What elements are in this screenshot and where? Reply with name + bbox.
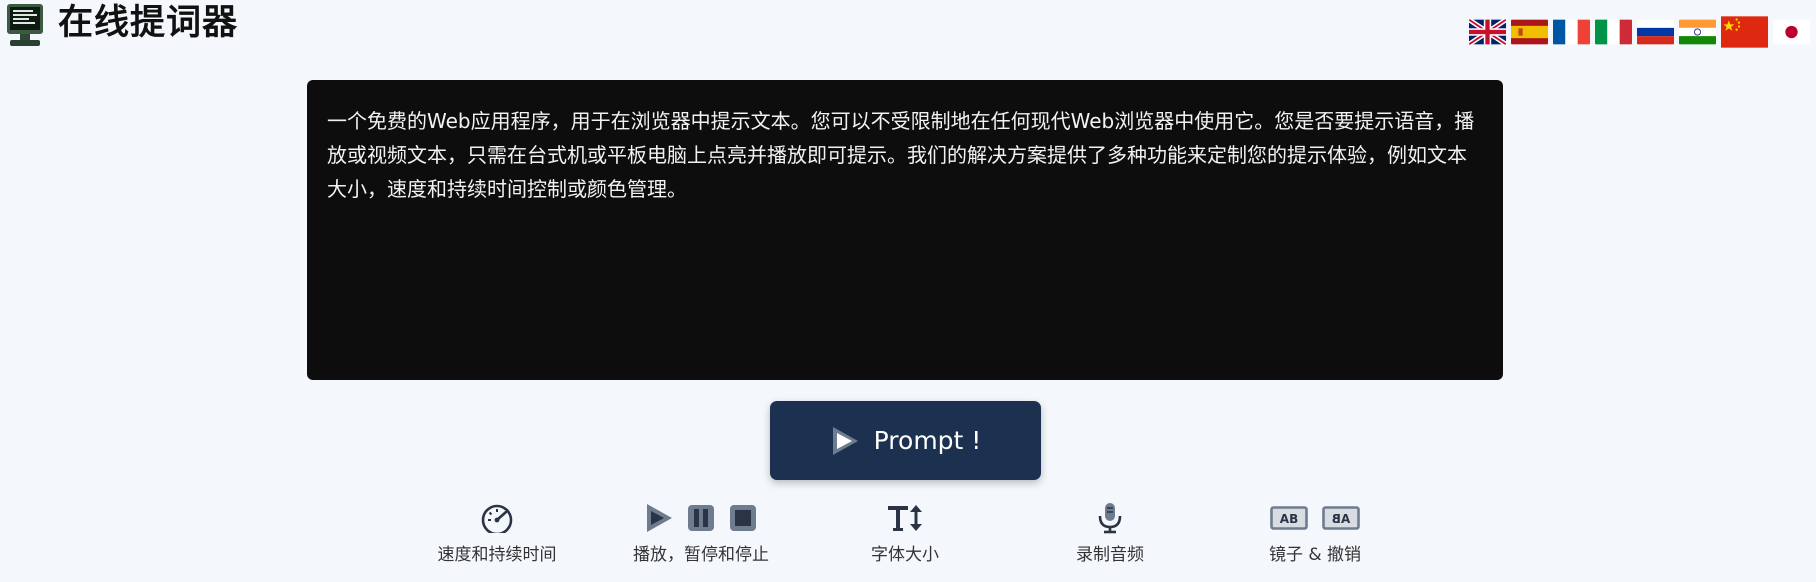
features-row: 速度和持续时间 播放，暂停和停止 字体大小 录制音频 AB AB 镜子 & 撤销: [0, 498, 1816, 568]
feature-record-audio[interactable]: 录制音频: [1015, 498, 1205, 565]
stop-icon[interactable]: [729, 503, 757, 533]
flag-spanish-icon[interactable]: [1511, 18, 1548, 46]
feature-label-mirror: 镜子 & 撤销: [1268, 545, 1362, 565]
mirror-flipped-icon[interactable]: AB: [1322, 506, 1360, 530]
feature-speed-duration[interactable]: 速度和持续时间: [402, 498, 592, 565]
speedometer-icon: [478, 503, 516, 533]
feature-playback-controls[interactable]: 播放，暂停和停止: [606, 498, 796, 565]
feature-font-size[interactable]: 字体大小: [810, 498, 1000, 565]
feature-label-playback: 播放，暂停和停止: [633, 545, 769, 565]
prompt-text-area[interactable]: 一个免费的Web应用程序，用于在浏览器中提示文本。您可以不受限制地在任何现代We…: [307, 80, 1503, 380]
flag-chinese-icon[interactable]: [1721, 14, 1768, 50]
flag-indian-icon[interactable]: [1679, 18, 1716, 46]
language-switcher: [1469, 14, 1810, 50]
feature-label-speed: 速度和持续时间: [437, 545, 557, 565]
pause-icon[interactable]: [687, 503, 715, 533]
flag-russian-icon[interactable]: [1637, 18, 1674, 46]
flag-italian-icon[interactable]: [1595, 18, 1632, 46]
teleprompter-logo-icon[interactable]: [4, 2, 46, 48]
prompt-button-label: Prompt !: [873, 426, 982, 455]
app-title: 在线提词器: [58, 3, 239, 43]
play-icon: [830, 425, 860, 457]
svg-text:AB: AB: [1280, 512, 1298, 526]
header: 在线提词器: [0, 0, 1816, 52]
text-size-icon: [886, 503, 924, 533]
flag-french-icon[interactable]: [1553, 18, 1590, 46]
mirror-normal-icon[interactable]: AB: [1270, 506, 1308, 530]
feature-label-font-size: 字体大小: [871, 545, 939, 565]
feature-mirror-undo[interactable]: AB AB 镜子 & 撤销: [1220, 498, 1410, 565]
microphone-icon: [1095, 502, 1125, 534]
prompt-button[interactable]: Prompt !: [770, 401, 1041, 480]
play-icon[interactable]: [645, 503, 673, 533]
feature-label-record: 录制音频: [1076, 545, 1144, 565]
svg-text:AB: AB: [1332, 512, 1350, 526]
flag-japanese-icon[interactable]: [1773, 18, 1810, 46]
flag-english-icon[interactable]: [1469, 18, 1506, 46]
